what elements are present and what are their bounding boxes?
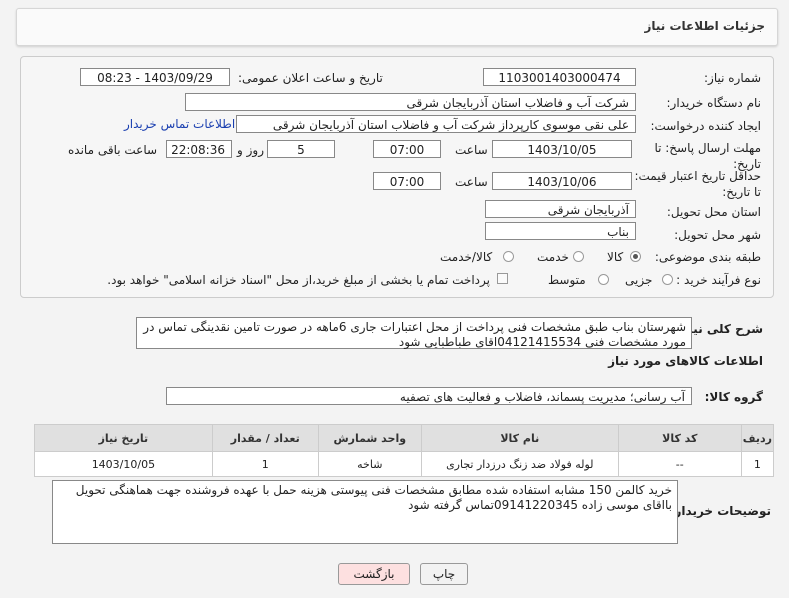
back-button[interactable]: بازگشت <box>338 563 410 585</box>
item-code: -- <box>617 451 742 477</box>
reply-date-field: 1403/10/05 <box>492 140 632 158</box>
col-unit: واحد شمارش <box>317 424 422 452</box>
price-time-field: 07:00 <box>373 172 441 190</box>
process-option-minor: جزیی <box>625 273 653 287</box>
announce-date-label: تاریخ و ساعت اعلان عمومی: <box>238 71 383 85</box>
process-type-label: نوع فرآیند خرید : <box>676 273 761 287</box>
goods-table: ردیف کد کالا نام کالا واحد شمارش تعداد /… <box>34 424 775 477</box>
page-title: جزئیات اطلاعات نیاز <box>644 19 765 33</box>
announce-date-field: 1403/09/29 - 08:23 <box>80 68 230 86</box>
price-deadline-label: حداقل تاریخ اعتبار قیمت: تا تاریخ: <box>634 169 761 199</box>
print-button[interactable]: چاپ <box>420 563 468 585</box>
category-option-goods: کالا <box>607 250 624 264</box>
price-date-field: 1403/10/06 <box>492 172 632 190</box>
delivery-province-label: استان محل تحویل: <box>666 205 761 219</box>
buyer-contact-link[interactable]: اطلاعات تماس خریدار <box>124 117 235 131</box>
goods-info-heading: اطلاعات کالاهای مورد نیاز <box>608 354 763 368</box>
process-radio-medium[interactable] <box>598 274 609 285</box>
col-need-date: تاریخ نیاز <box>34 424 213 452</box>
row-number: 1 <box>740 451 775 477</box>
need-number-label: شماره نیاز: <box>704 71 761 85</box>
goods-group-label: گروه کالا: <box>704 390 763 404</box>
table-row: 1 -- لوله فولاد ضد زنگ درزدار تجاری شاخه… <box>34 451 775 477</box>
overall-desc-field: شهرستان بناب طبق مشخصات فنی پرداخت از مح… <box>136 317 692 349</box>
buyer-org-label: نام دستگاه خریدار: <box>666 96 762 110</box>
category-option-service: خدمت <box>537 250 569 264</box>
col-row-number: ردیف <box>740 424 775 452</box>
delivery-city-label: شهر محل تحویل: <box>674 228 761 242</box>
buyer-notes-label: توضیحات خریدار: <box>669 504 771 518</box>
delivery-province-field: آذربایجان شرقی <box>485 200 636 218</box>
item-name: لوله فولاد ضد زنگ درزدار تجاری <box>420 451 619 477</box>
goods-group-field: آب رسانی؛ مدیریت پسماند، فاضلاب و فعالیت… <box>166 387 692 405</box>
price-time-label: ساعت <box>455 175 488 189</box>
table-header-row: ردیف کد کالا نام کالا واحد شمارش تعداد /… <box>34 424 775 452</box>
reply-time-field: 07:00 <box>373 140 441 158</box>
item-unit: شاخه <box>317 451 422 477</box>
category-label: طبقه بندی موضوعی: <box>654 250 761 264</box>
col-quantity: تعداد / مقدار <box>211 424 319 452</box>
creator-field: علی نقی موسوی کارپرداز شرکت آب و فاضلاب … <box>236 115 636 133</box>
process-option-medium: متوسط <box>548 273 586 287</box>
category-option-goods-service: کالا/خدمت <box>440 250 493 264</box>
treasury-payment-note: پرداخت تمام یا بخشی از مبلغ خرید،از محل … <box>107 273 490 287</box>
day-and-label: روز و <box>237 143 264 157</box>
category-radio-goods[interactable] <box>630 251 641 262</box>
remaining-label: ساعت باقی مانده <box>68 143 158 157</box>
category-radio-service[interactable] <box>573 251 584 262</box>
remaining-time-field: 22:08:36 <box>166 140 232 158</box>
buyer-org-field: شرکت آب و فاضلاب استان آذربایجان شرقی <box>185 93 636 111</box>
col-item-name: نام کالا <box>420 424 619 452</box>
process-radio-minor[interactable] <box>662 274 673 285</box>
page-header: جزئیات اطلاعات نیاز <box>16 8 778 46</box>
reply-days-field: 5 <box>267 140 335 158</box>
item-need-date: 1403/10/05 <box>34 451 213 477</box>
buyer-notes-field: خرید کالمن 150 مشابه استفاده شده مطابق م… <box>52 480 678 544</box>
delivery-city-field: بناب <box>485 222 636 240</box>
col-item-code: کد کالا <box>617 424 742 452</box>
treasury-payment-checkbox[interactable] <box>497 273 508 284</box>
category-radio-goods-service[interactable] <box>503 251 514 262</box>
reply-time-label: ساعت <box>455 143 488 157</box>
item-quantity: 1 <box>211 451 319 477</box>
creator-label: ایجاد کننده درخواست: <box>650 119 761 133</box>
need-number-field: 1103001403000474 <box>483 68 636 86</box>
